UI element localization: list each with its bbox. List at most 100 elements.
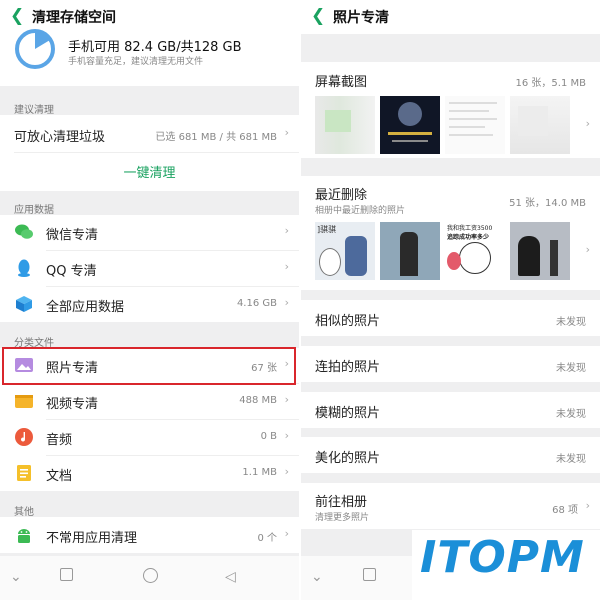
chevron-right-icon: ›: [284, 393, 289, 406]
photo-figure: [400, 232, 418, 276]
highlight-frame: [2, 347, 296, 385]
thumbnail-strip: [315, 96, 575, 154]
thumbnail[interactable]: [380, 96, 440, 154]
chevron-right-icon: ›: [284, 126, 289, 139]
list-item[interactable]: 连拍的照片 未发现: [301, 346, 600, 382]
list-item-value: 1.1 MB: [242, 467, 277, 478]
list-item[interactable]: 模糊的照片 未发现: [301, 392, 600, 428]
screenshots-card[interactable]: 屏幕截图 16 张，5.1 MB ›: [301, 62, 600, 158]
page-title: 照片专清: [333, 10, 389, 26]
recents-icon[interactable]: [60, 568, 73, 581]
list-item[interactable]: 文档 1.1 MB ›: [0, 456, 299, 491]
video-icon: [15, 395, 33, 408]
one-click-clean-button[interactable]: 一键清理: [0, 162, 299, 181]
chevron-down-icon[interactable]: ⌄: [311, 569, 323, 585]
album-label: 前往相册: [315, 495, 368, 510]
list-item-label: 文档: [46, 469, 73, 484]
divider: [14, 152, 299, 153]
thumbnail[interactable]: [445, 96, 505, 154]
android-icon: [18, 529, 30, 543]
list-item[interactable]: 音频 0 B ›: [0, 420, 299, 455]
chevron-right-icon: ›: [284, 296, 289, 309]
list-item-label: 音频: [46, 433, 73, 448]
chevron-right-icon: ›: [585, 499, 590, 512]
chevron-right-icon: ›: [284, 260, 289, 273]
chevron-right-icon: ›: [284, 465, 289, 478]
recents-icon[interactable]: [363, 568, 376, 581]
photo-figure: [518, 236, 540, 276]
back-nav-icon[interactable]: ◁: [225, 569, 236, 585]
thumbnail-figure: [398, 102, 422, 126]
list-item-value: 0 个: [257, 533, 277, 544]
list-item[interactable]: 视频专清 488 MB ›: [0, 384, 299, 419]
list-item-value: 未发现: [556, 363, 586, 374]
list-item-label: 不常用应用清理: [46, 531, 138, 546]
chevron-down-icon[interactable]: ⌄: [10, 569, 22, 585]
photo-figure: [550, 240, 558, 276]
photo-cleanup-screen: ❮ 照片专清 屏幕截图 16 张，5.1 MB › 最近删除 相册中最近删除的照…: [301, 0, 600, 600]
list-item-value: 未发现: [556, 454, 586, 465]
list-item-value: 0 B: [260, 431, 277, 442]
meme-face: [319, 248, 341, 276]
thumbnail-caption: [392, 140, 428, 142]
list-item-value: 未发现: [556, 409, 586, 420]
album-value: 68 项: [552, 505, 578, 516]
list-item-value: 未发现: [556, 317, 586, 328]
thumbnail-caption: [388, 132, 432, 135]
meme-flower: [447, 252, 461, 270]
thumbnail-strip: ]骐骐 我和我工资3500 追踪成功率多少: [315, 222, 575, 280]
junk-value: 已选 681 MB / 共 681 MB: [155, 132, 277, 143]
app-data-card: 微信专清 › QQ 专清 › 全部应用数据 4.16 GB ›: [0, 215, 299, 322]
list-item-label: QQ 专清: [46, 264, 97, 279]
thumbnail[interactable]: [510, 222, 570, 280]
thumbnail[interactable]: [380, 222, 440, 280]
page-title: 清理存储空间: [32, 10, 116, 26]
thumbnail[interactable]: ]骐骐: [315, 222, 375, 280]
meme-panda-face: [459, 242, 491, 274]
list-item-value: 4.16 GB: [236, 298, 277, 309]
list-item[interactable]: 美化的照片 未发现: [301, 437, 600, 473]
other-card: 不常用应用清理 0 个 ›: [0, 517, 299, 553]
pie-chart-icon: [15, 29, 55, 69]
section-other: 其他: [14, 507, 34, 518]
screenshots-label: 屏幕截图: [315, 75, 368, 90]
thumbnail-line: [449, 118, 497, 120]
thumbnail-text: 我和我工资3500: [447, 225, 493, 232]
list-item[interactable]: 微信专清 ›: [0, 215, 299, 250]
recently-deleted-card[interactable]: 最近删除 相册中最近删除的照片 51 张，14.0 MB ]骐骐 我和我工资35…: [301, 176, 600, 290]
list-item-value: 488 MB: [239, 395, 277, 406]
wechat-icon: [15, 224, 33, 239]
thumbnail-text: ]骐骐: [317, 225, 337, 234]
list-item[interactable]: 全部应用数据 4.16 GB ›: [0, 287, 299, 322]
section-app-data: 应用数据: [14, 205, 54, 216]
go-to-album-item[interactable]: 前往相册 清理更多照片 68 项 ›: [301, 483, 600, 529]
storage-summary: 手机可用 82.4 GB/共128 GB 手机容量充足，建议清理无用文件: [0, 29, 299, 86]
chevron-right-icon: ›: [284, 429, 289, 442]
thumbnail[interactable]: [510, 96, 570, 154]
list-item[interactable]: 不常用应用清理 0 个 ›: [0, 517, 299, 553]
recent-subtitle: 相册中最近删除的照片: [315, 206, 406, 216]
list-item[interactable]: QQ 专清 ›: [0, 251, 299, 286]
back-icon[interactable]: ❮: [311, 6, 325, 26]
thumbnail-line: [449, 134, 493, 136]
thumbnail[interactable]: 我和我工资3500 追踪成功率多少: [445, 222, 505, 280]
list-item-label: 全部应用数据: [46, 300, 125, 315]
chevron-right-icon: ›: [284, 224, 289, 237]
thumbnail[interactable]: [315, 96, 375, 154]
album-subtitle: 清理更多照片: [315, 513, 370, 523]
back-icon[interactable]: ❮: [10, 6, 24, 26]
screenshots-value: 16 张，5.1 MB: [515, 78, 586, 89]
recent-value: 51 张，14.0 MB: [509, 198, 586, 209]
header: ❮ 照片专清: [301, 0, 600, 34]
chevron-right-icon: ›: [284, 527, 289, 540]
cube-icon: [16, 296, 32, 312]
storage-cleanup-screen: ❮ 清理存储空间 手机可用 82.4 GB/共128 GB 手机容量充足，建议清…: [0, 0, 299, 600]
music-icon: [15, 428, 33, 446]
list-item[interactable]: 相似的照片 未发现: [301, 300, 600, 336]
junk-label: 可放心清理垃圾: [14, 130, 106, 145]
suggest-card: 可放心清理垃圾 已选 681 MB / 共 681 MB › 一键清理: [0, 115, 299, 191]
blurred-block: [325, 110, 351, 132]
storage-hint: 手机容量充足，建议清理无用文件: [68, 57, 204, 67]
home-icon[interactable]: [143, 568, 158, 583]
recent-label: 最近删除: [315, 188, 368, 203]
